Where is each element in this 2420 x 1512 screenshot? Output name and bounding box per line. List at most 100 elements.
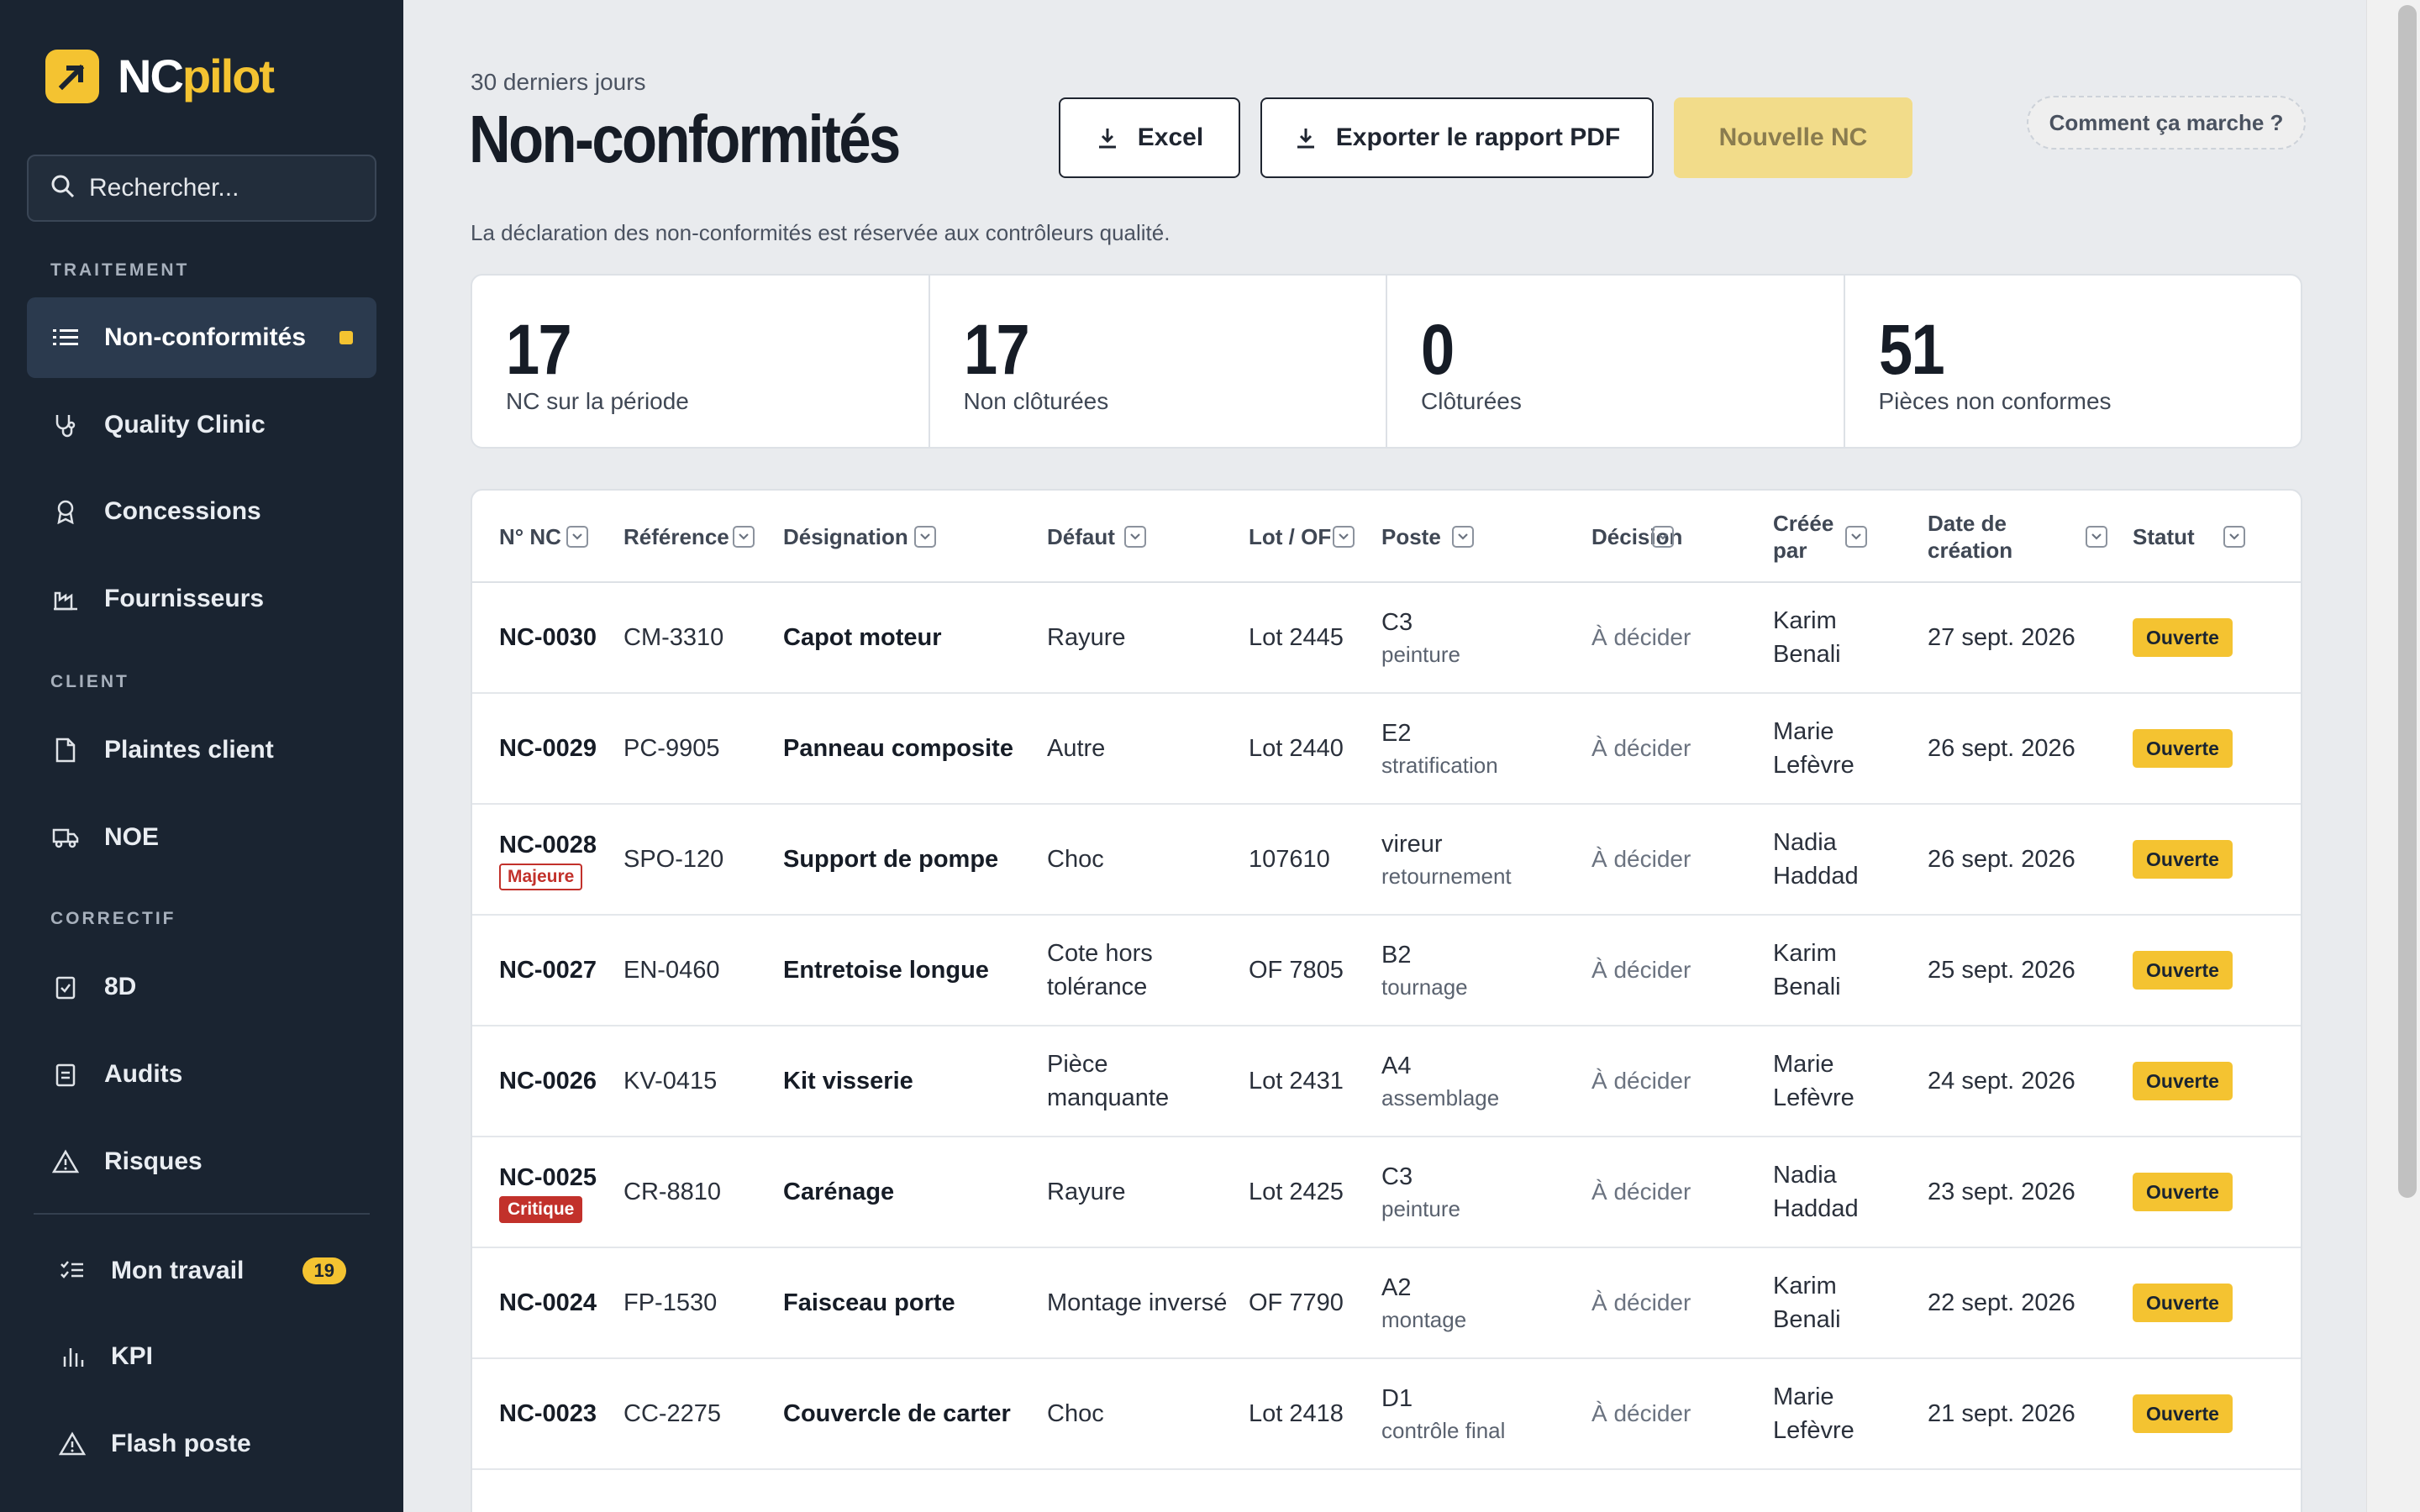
column-header[interactable]: Lot / OF [1249, 491, 1331, 583]
scrollbar-thumb[interactable] [2398, 5, 2417, 1198]
cell-nc: NC-0025 Critique [499, 1137, 597, 1247]
download-icon [1294, 126, 1318, 150]
cell-status: Ouverte [2133, 916, 2233, 1025]
table-row[interactable]: NC-0026 KV-0415 Kit visserie Pièce manquant… [472, 1026, 2301, 1137]
cell-status: Ouverte [2133, 1359, 2233, 1468]
sidebar-item-noe[interactable]: NOE [27, 797, 376, 878]
cell-poste: C3 peinture [1381, 1163, 1460, 1221]
sort-chevron-icon[interactable] [2223, 491, 2249, 583]
sidebar-item-concessions[interactable]: Concessions [27, 471, 376, 552]
nc-number: NC-0027 [499, 957, 597, 984]
table-row[interactable]: NC-0025 Critique CR-8810 Carénage Rayure Lot … [472, 1137, 2301, 1248]
cell-poste: B1 [1381, 1470, 1411, 1512]
kpi-value: 17 [506, 310, 572, 389]
export-excel-button[interactable]: Excel [1059, 97, 1240, 178]
sort-chevron-icon[interactable] [566, 491, 592, 583]
sort-chevron-icon[interactable] [914, 491, 939, 583]
sort-chevron-icon[interactable] [1452, 491, 1477, 583]
cell-status: Ouverte [2133, 1137, 2233, 1247]
app-logo[interactable]: NCpilot [45, 49, 275, 103]
sidebar-item-plaintes-client[interactable]: Plaintes client [27, 710, 376, 790]
export-pdf-button[interactable]: Exporter le rapport PDF [1260, 97, 1654, 178]
table-row[interactable]: NC-0023 CC-2275 Couvercle de carter Choc Lot… [472, 1359, 2301, 1470]
cell-defaut: Autre [1047, 735, 1106, 762]
sort-chevron-icon[interactable] [1845, 491, 1870, 583]
column-header[interactable]: Poste [1381, 491, 1441, 583]
cell-poste: B2 tournage [1381, 942, 1468, 1000]
cell-decision: À décider [1591, 624, 1691, 650]
sidebar-item-audits[interactable]: Audits [27, 1034, 376, 1115]
sidebar-item-quality-clinic[interactable]: Quality Clinic [27, 385, 376, 465]
sidebar-item-fournisseurs[interactable]: Fournisseurs [27, 559, 376, 639]
warning-icon [52, 1148, 79, 1175]
sort-chevron-icon[interactable] [1124, 491, 1150, 583]
cell-reference: PC-9905 [623, 735, 720, 762]
column-header[interactable]: Référence [623, 491, 729, 583]
table-row[interactable]: Cote hors B1 Nadia [472, 1470, 2301, 1512]
main-content: 30 derniers jours Non-conformités Excel … [403, 0, 2366, 1512]
period-label: 30 derniers jours [471, 69, 646, 95]
cell-poste: D1 contrôle final [1381, 1385, 1506, 1443]
cell-created-by: Karim Benali [1773, 607, 1841, 668]
cell-lot: Lot 2445 [1249, 624, 1344, 651]
column-header[interactable]: Date de création [1928, 491, 2012, 583]
sidebar-item-mon-travail[interactable]: Mon travail 19 [27, 1231, 376, 1311]
cell-date: 26 sept. 2026 [1928, 735, 2075, 762]
kpi-card: 17 Non clôturées [930, 276, 1387, 447]
help-button[interactable]: Comment ça marche ? [2027, 96, 2306, 150]
cell-status: Ouverte [2133, 1026, 2233, 1136]
kpi-label: NC sur la période [506, 388, 689, 414]
table-row[interactable]: NC-0028 Majeure SPO-120 Support de pompe Cho… [472, 805, 2301, 916]
section-label-traitement: TRAITEMENT [50, 260, 190, 280]
sort-chevron-icon[interactable] [1333, 491, 1358, 583]
table-row[interactable]: NC-0030 CM-3310 Capot moteur Rayure Lot 2445… [472, 583, 2301, 694]
sidebar-item-8d[interactable]: 8D [27, 947, 376, 1027]
sidebar-item-risques[interactable]: Risques [27, 1121, 376, 1202]
cell-defaut: Cote hors tolérance [1047, 940, 1153, 1000]
cell-decision: À décider [1591, 957, 1691, 983]
list-icon [52, 324, 79, 351]
column-header[interactable]: Créée par [1773, 491, 1857, 583]
column-header[interactable]: Désignation [783, 491, 908, 583]
nc-table: N° NC Référence Désignation Défaut Lot / OF P… [471, 489, 2302, 1512]
cell-date: 22 sept. 2026 [1928, 1289, 2075, 1316]
table-row[interactable]: NC-0029 PC-9905 Panneau composite Autre Lot … [472, 694, 2301, 805]
nc-number: NC-0029 [499, 735, 597, 762]
cell-created-by: Karim Benali [1773, 940, 1841, 1000]
sort-chevron-icon[interactable] [1652, 491, 1677, 583]
kpi-value: 51 [1878, 310, 1945, 389]
cell-decision: À décider [1591, 1289, 1691, 1315]
cell-lot: OF 7805 [1249, 957, 1344, 984]
nc-number: NC-0030 [499, 624, 597, 651]
kpi-label: Clôturées [1421, 388, 1522, 414]
cell-date: 23 sept. 2026 [1928, 1179, 2075, 1205]
tasks-icon [59, 1257, 86, 1284]
cell-poste: A4 assemblage [1381, 1053, 1500, 1110]
sidebar-item-flash-poste[interactable]: Flash poste [27, 1404, 376, 1484]
table-header: N° NC Référence Désignation Défaut Lot / OF P… [472, 491, 2301, 583]
cell-lot: Lot 2440 [1249, 735, 1344, 762]
cell-defaut: Rayure [1047, 624, 1126, 651]
table-row[interactable]: NC-0027 EN-0460 Entretoise longue Cote hors… [472, 916, 2301, 1026]
column-header[interactable]: Statut [2133, 491, 2195, 583]
truck-icon [52, 824, 79, 851]
sort-chevron-icon[interactable] [733, 491, 758, 583]
cell-reference: CM-3310 [623, 624, 724, 651]
column-header[interactable]: N° NC [499, 491, 561, 583]
sidebar-item-kpi[interactable]: KPI [27, 1316, 376, 1397]
column-header[interactable]: Défaut [1047, 491, 1115, 583]
cell-designation: Panneau composite [783, 735, 1013, 762]
sidebar-item-non-conformites[interactable]: Non-conformités [27, 297, 376, 378]
nc-number: NC-0023 [499, 1400, 597, 1427]
new-nc-button[interactable]: Nouvelle NC [1674, 97, 1912, 178]
cell-poste: C3 peinture [1381, 609, 1460, 667]
cell-lot: 107610 [1249, 846, 1330, 873]
status-badge: Ouverte [2133, 951, 2233, 990]
table-row[interactable]: NC-0024 FP-1530 Faisceau porte Montage inve… [472, 1248, 2301, 1359]
sort-chevron-icon[interactable] [2086, 491, 2111, 583]
cell-decision: À décider [1591, 846, 1691, 872]
stethoscope-icon [52, 412, 79, 438]
cell-date: 24 sept. 2026 [1928, 1068, 2075, 1095]
search-input[interactable]: Rechercher... [27, 155, 376, 222]
cell-nc: NC-0026 [499, 1026, 597, 1136]
